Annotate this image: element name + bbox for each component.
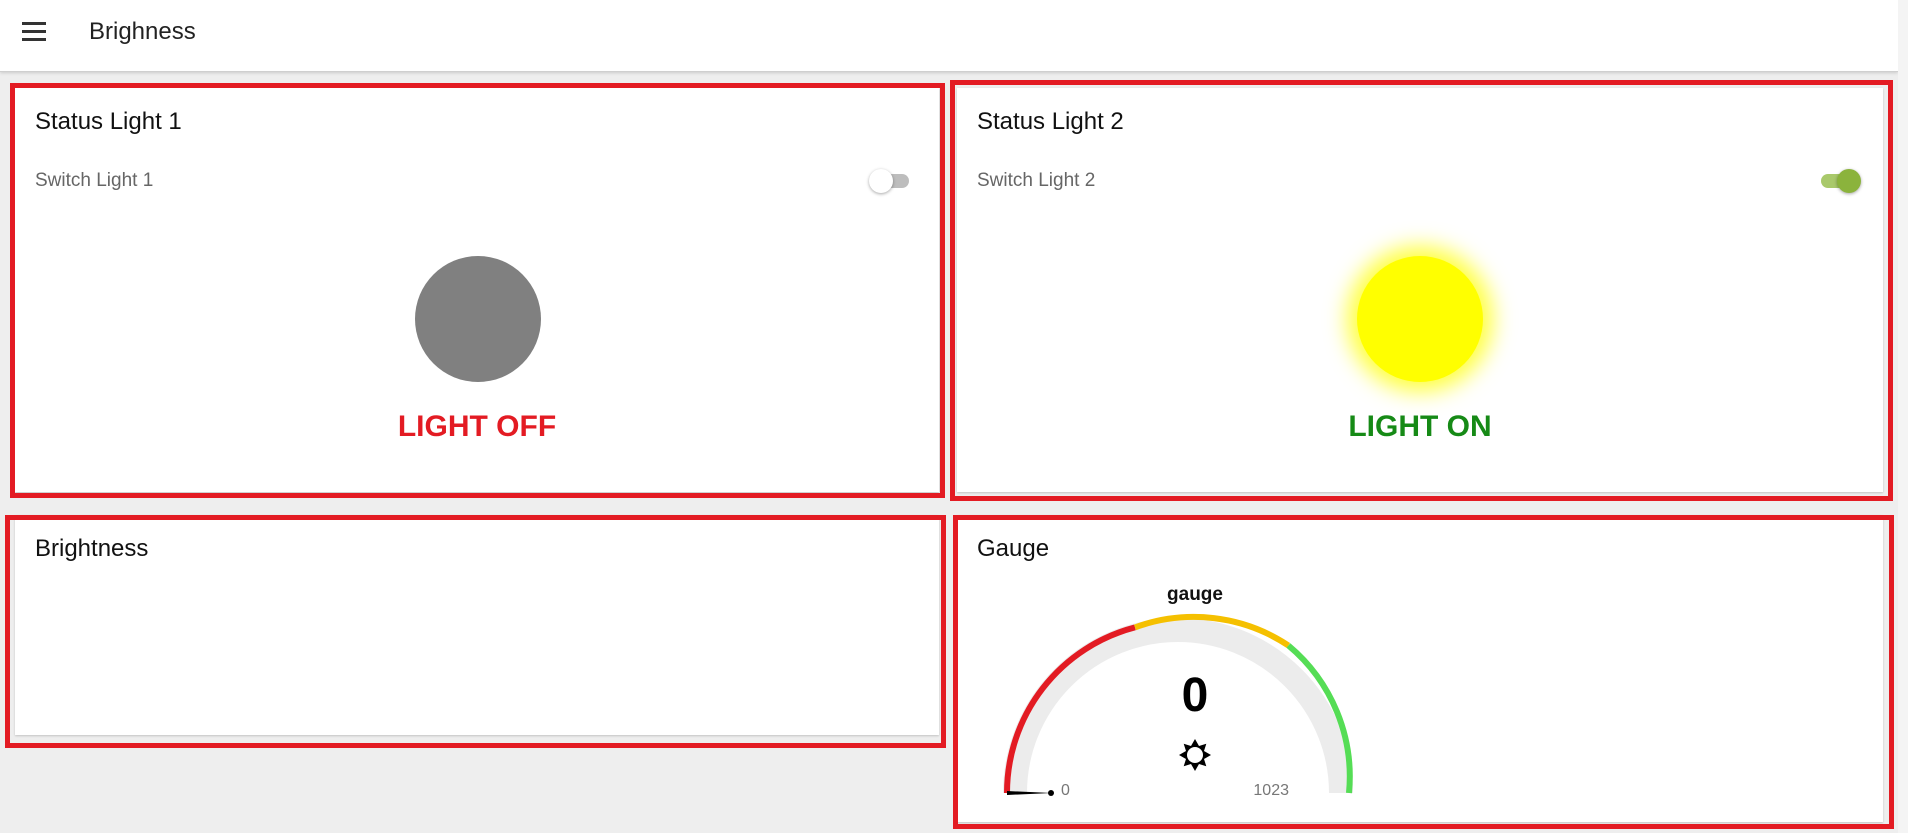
hamburger-menu-icon[interactable] (22, 22, 46, 42)
card-title: Brightness (35, 535, 149, 562)
toggle-thumb (869, 169, 893, 193)
gauge-card: Gauge gauge 0 0 1023 (957, 515, 1883, 822)
gauge-label: gauge (1167, 584, 1223, 605)
switch-light-2-toggle[interactable] (1815, 167, 1861, 195)
page-title: Brighness (89, 18, 196, 45)
status-light-1-card: Status Light 1 Switch Light 1 LIGHT OFF (15, 88, 939, 492)
status-lamp (1357, 256, 1483, 382)
card-title: Status Light 1 (35, 108, 182, 135)
switch-label: Switch Light 1 (35, 170, 154, 191)
card-title: Status Light 2 (977, 108, 1124, 135)
switch-light-1-toggle[interactable] (869, 167, 915, 195)
brightness-card: Brightness (15, 515, 939, 735)
switch-label: Switch Light 2 (977, 170, 1096, 191)
gauge-needle-tip (1048, 790, 1054, 796)
top-bar: Brighness (0, 0, 1898, 72)
gauge-widget: gauge 0 0 1023 (1003, 584, 1353, 799)
gauge-needle (1007, 791, 1052, 795)
gauge-min-label: 0 (1061, 782, 1070, 799)
toggle-thumb (1837, 169, 1861, 193)
sun-icon (1179, 739, 1211, 771)
gauge-max-label: 1023 (1253, 782, 1289, 799)
light-status-text: LIGHT ON (1348, 410, 1492, 443)
scrollbar[interactable] (1898, 0, 1908, 833)
gauge-track (1003, 618, 1353, 794)
status-lamp (415, 256, 541, 382)
gauge-value: 0 (1182, 669, 1209, 722)
status-light-2-card: Status Light 2 Switch Light 2 LIGHT ON (957, 88, 1883, 492)
light-status-text: LIGHT OFF (397, 410, 557, 443)
